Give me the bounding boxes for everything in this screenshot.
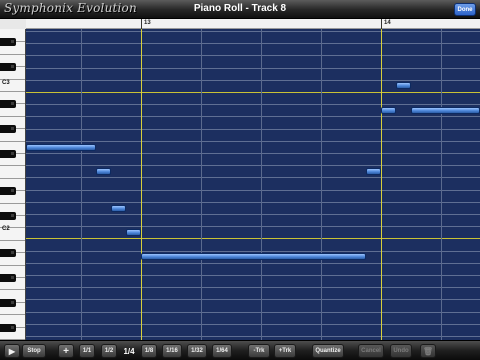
grid-row-line [26,129,480,130]
grid-row-line [26,31,480,32]
grid-1-1-button[interactable]: 1/1 [79,344,95,358]
black-key[interactable] [0,150,16,158]
grid-row-line [26,336,480,337]
page-title: Piano Roll - Track 8 [193,3,287,14]
grid-row-line [26,116,480,117]
grid-row-line [26,43,480,44]
midi-note[interactable] [396,82,411,89]
midi-note[interactable] [111,205,126,212]
grid-row-line [26,324,480,325]
grid-row-line [26,141,480,142]
grid-row-line [26,92,480,93]
quantize-button[interactable]: Quantize [312,344,344,358]
grid-row-line [26,68,480,69]
beat-line [261,29,262,340]
white-key-divider [0,265,25,266]
timeline-ruler[interactable]: 13 14 [26,19,480,29]
play-icon[interactable]: ▶ [4,344,20,358]
black-key[interactable] [0,125,16,133]
black-key[interactable] [0,274,16,282]
white-key-divider [0,289,25,290]
midi-note[interactable] [366,168,381,175]
grid-row-line [26,275,480,276]
ruler-bar-label: 13 [144,20,151,26]
grid-row-line [26,263,480,264]
grid-1-32-button[interactable]: 1/32 [187,344,207,358]
white-key-divider [0,165,25,166]
grid-1-16-button[interactable]: 1/16 [162,344,182,358]
grid-row-line [26,55,480,56]
midi-note[interactable] [26,144,96,151]
grid-row-line [26,299,480,300]
add-note-button[interactable]: + [58,344,74,358]
white-key-divider [0,91,25,92]
beat-line [321,29,322,340]
ruler-bar-label: 14 [384,20,391,26]
grid-1-8-button[interactable]: 1/8 [141,344,157,358]
grid-1-64-button[interactable]: 1/64 [212,344,232,358]
cancel-button[interactable]: Cancel [358,344,384,358]
grid-row-line [26,202,480,203]
piano-roll-grid[interactable] [26,29,480,340]
beat-line [441,29,442,340]
black-key[interactable] [0,38,16,46]
white-key-divider [0,240,25,241]
black-key[interactable] [0,100,16,108]
white-key-divider [0,314,25,315]
ruler-tick-bar-14 [381,19,382,29]
black-key[interactable] [0,299,16,307]
beat-line [201,29,202,340]
white-key-divider [0,178,25,179]
midi-note[interactable] [141,253,366,260]
ruler-tick-bar-13 [141,19,142,29]
octave-label-c2: C2 [2,226,10,232]
black-key[interactable] [0,324,16,332]
midi-note[interactable] [96,168,111,175]
midi-note[interactable] [411,107,480,114]
grid-row-line [26,104,480,105]
stop-button[interactable]: Stop [22,344,46,358]
grid-row-line [26,80,480,81]
grid-row-line [26,312,480,313]
grid-row-line [26,153,480,154]
octave-label-c3: C3 [2,80,10,86]
grid-1-4-selected[interactable]: 1/4 [120,344,138,358]
done-button[interactable]: Done [454,3,476,16]
white-key-divider [0,141,25,142]
piano-keyboard[interactable]: C3 C2 [0,29,26,340]
top-bar: Symphonix Evolution Piano Roll - Track 8… [0,0,480,19]
undo-button[interactable]: Undo [390,344,412,358]
black-key[interactable] [0,187,16,195]
bar-line [381,29,382,340]
trash-icon[interactable]: 🗑 [420,344,436,358]
midi-note[interactable] [126,229,141,236]
black-key[interactable] [0,63,16,71]
grid-row-line [26,287,480,288]
white-key-divider [0,54,25,55]
ruler-corner [0,19,26,29]
white-key-divider [0,116,25,117]
grid-row-line [26,214,480,215]
grid-1-2-button[interactable]: 1/2 [101,344,117,358]
beat-line [81,29,82,340]
grid-row-line [26,190,480,191]
grid-row-line [26,165,480,166]
black-key[interactable] [0,249,16,257]
midi-note[interactable] [381,107,396,114]
bar-line [141,29,142,340]
black-key[interactable] [0,212,16,220]
grid-row-line [26,226,480,227]
grid-row-line [26,238,480,239]
grid-row-line [26,251,480,252]
white-key-divider [0,203,25,204]
minus-track-button[interactable]: -Trk [248,344,270,358]
bottom-toolbar: ▶ Stop + 1/1 1/2 1/4 1/8 1/16 1/32 1/64 … [0,340,480,360]
plus-track-button[interactable]: +Trk [274,344,296,358]
grid-row-line [26,177,480,178]
